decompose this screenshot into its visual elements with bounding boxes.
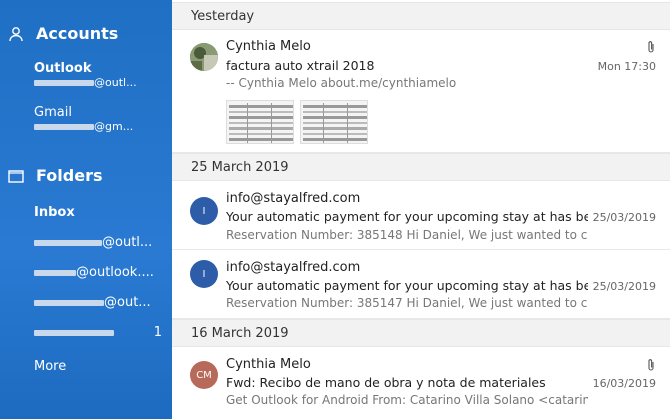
folder-name: Inbox: [34, 205, 75, 220]
folder-name: @outlook....: [76, 265, 154, 280]
account-email: @outl...: [34, 76, 137, 89]
message-item[interactable]: Cynthia Melo factura auto xtrail 2018 --…: [172, 31, 670, 153]
document-preview-icon: [229, 103, 293, 143]
message-preview: Reservation Number: 385147 Hi Daniel, We…: [226, 296, 588, 310]
folder-name: @out...: [104, 295, 151, 310]
sidebar: Accounts Outlook @outl... Gmail @gm... F…: [0, 0, 172, 419]
accounts-label: Accounts: [36, 24, 119, 43]
account-outlook[interactable]: Outlook @outl...: [34, 61, 137, 89]
date-group-header: Yesterday: [172, 2, 670, 30]
message-date: 25/03/2019: [592, 280, 656, 293]
avatar: I: [190, 197, 218, 225]
message-sender: info@stayalfred.com: [226, 191, 361, 206]
attachment-icon: [648, 359, 654, 371]
account-email: @gm...: [34, 120, 133, 133]
message-subject: Your automatic payment for your upcoming…: [226, 209, 588, 224]
message-sender: Cynthia Melo: [226, 357, 311, 372]
folders-label: Folders: [36, 166, 103, 185]
more-label: More: [34, 359, 67, 374]
photo-avatar-icon: [190, 43, 218, 71]
account-gmail[interactable]: Gmail @gm...: [34, 105, 133, 133]
message-subject: factura auto xtrail 2018: [226, 58, 375, 73]
account-name: Outlook: [34, 61, 92, 76]
message-subject: Your automatic payment for your upcoming…: [226, 278, 588, 293]
date-group-header: 16 March 2019: [172, 319, 670, 347]
person-icon: [9, 26, 23, 41]
message-preview: Get Outlook for Android From: Catarino V…: [226, 393, 588, 407]
folder-icon: [8, 169, 24, 183]
document-preview-icon: [303, 103, 367, 143]
attachment-thumbnail[interactable]: [300, 100, 368, 144]
date-group-header: 25 March 2019: [172, 153, 670, 181]
avatar: [190, 43, 218, 71]
folder-item[interactable]: @outl...: [34, 235, 162, 250]
message-sender: info@stayalfred.com: [226, 260, 361, 275]
more-folders-link[interactable]: More: [34, 359, 162, 374]
message-item[interactable]: I info@stayalfred.com Your automatic pay…: [172, 181, 670, 250]
message-sender: Cynthia Melo: [226, 39, 311, 54]
attachment-thumbnail[interactable]: [226, 100, 294, 144]
folder-count: 1: [153, 325, 162, 340]
message-item[interactable]: I info@stayalfred.com Your automatic pay…: [172, 250, 670, 319]
message-date: 16/03/2019: [592, 377, 656, 390]
message-date: Mon 17:30: [597, 60, 656, 73]
message-subject: Fwd: Recibo de mano de obra y nota de ma…: [226, 375, 546, 390]
avatar: I: [190, 260, 218, 288]
attachment-icon: [648, 41, 654, 53]
folder-name: @outl...: [102, 235, 153, 250]
message-date: 25/03/2019: [592, 211, 656, 224]
accounts-header[interactable]: Accounts: [0, 24, 118, 43]
account-name: Gmail: [34, 105, 72, 120]
message-preview: -- Cynthia Melo about.me/cynthiamelo: [226, 76, 457, 90]
folder-inbox[interactable]: Inbox: [34, 205, 162, 220]
avatar: CM: [190, 361, 218, 389]
message-preview: Reservation Number: 385148 Hi Daniel, We…: [226, 228, 588, 242]
folder-item[interactable]: 1: [34, 325, 162, 340]
folder-item[interactable]: @outlook....: [34, 265, 162, 280]
message-item[interactable]: CM Cynthia Melo Fwd: Recibo de mano de o…: [172, 347, 670, 419]
folder-item[interactable]: @out...: [34, 295, 162, 310]
message-list: Yesterday Cynthia Melo factura auto xtra…: [172, 0, 670, 419]
folders-header[interactable]: Folders: [0, 166, 102, 185]
